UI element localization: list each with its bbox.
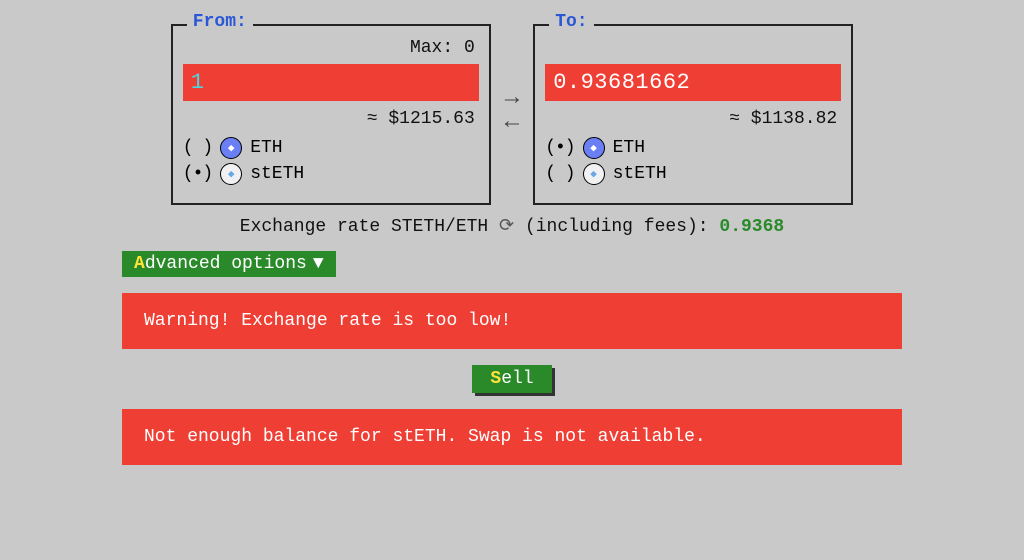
max-value: 0 [464,38,475,58]
from-max[interactable]: Max: 0 [183,38,475,58]
max-label: Max: [410,38,453,58]
rate-suffix: (including fees): [525,217,709,237]
to-legend: To: [549,12,593,32]
asset-label: ETH [613,138,645,158]
warning-low-rate: Warning! Exchange rate is too low! [122,293,902,349]
steth-icon: ◆ [583,163,605,185]
from-amount-input[interactable] [183,64,479,101]
warning-insufficient-balance: Not enough balance for stETH. Swap is no… [122,409,902,465]
from-asset-steth[interactable]: (•) ◆ stETH [183,163,479,185]
rate-value: 0.9368 [719,217,784,237]
from-legend: From: [187,12,253,32]
to-usd: ≈ $1138.82 [545,109,837,129]
asset-label: stETH [613,164,667,184]
eth-icon: ◆ [220,137,242,159]
steth-icon: ◆ [220,163,242,185]
sell-hotkey: S [490,369,501,389]
radio-unselected: ( ) [545,164,574,184]
advanced-hotkey: A [134,254,145,274]
arrow-right-icon: → [505,87,519,111]
to-asset-eth[interactable]: (•) ◆ ETH [545,137,841,159]
asset-label: ETH [250,138,282,158]
advanced-label-rest: dvanced options [145,254,307,274]
advanced-options-toggle[interactable]: Advanced options ▼ [122,251,336,277]
eth-icon: ◆ [583,137,605,159]
to-asset-steth[interactable]: ( ) ◆ stETH [545,163,841,185]
swap-direction-button[interactable]: → ← [505,87,519,135]
to-amount-output[interactable] [545,64,841,101]
radio-selected: (•) [183,164,212,184]
refresh-icon[interactable]: ⟳ [499,217,514,237]
exchange-rate-line: Exchange rate STETH/ETH ⟳ (including fee… [240,215,784,237]
radio-selected: (•) [545,138,574,158]
sell-button[interactable]: Sell [472,365,551,393]
rate-prefix: Exchange rate STETH/ETH [240,217,488,237]
to-panel: To: ≈ $1138.82 (•) ◆ ETH ( ) ◆ stETH [533,24,853,205]
from-panel: From: Max: 0 ≈ $1215.63 ( ) ◆ ETH (•) ◆ … [171,24,491,205]
asset-label: stETH [250,164,304,184]
chevron-down-icon: ▼ [313,254,324,274]
arrow-left-icon: ← [505,111,519,135]
sell-label-rest: ell [501,369,533,389]
from-usd: ≈ $1215.63 [183,109,475,129]
from-asset-eth[interactable]: ( ) ◆ ETH [183,137,479,159]
radio-unselected: ( ) [183,138,212,158]
to-spacer [545,38,837,58]
